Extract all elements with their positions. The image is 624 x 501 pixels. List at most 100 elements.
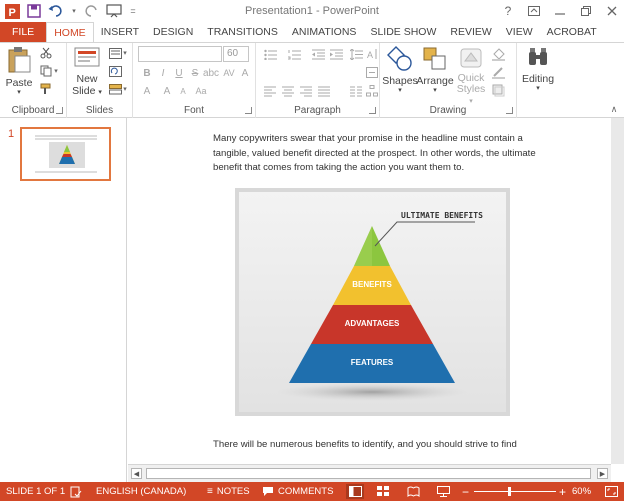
tab-view[interactable]: VIEW [499, 22, 540, 42]
new-slide-button[interactable]: New Slide ▾ [71, 46, 103, 99]
shape-effects-icon[interactable] [490, 82, 506, 98]
align-left-icon[interactable] [262, 83, 278, 99]
shapes-icon [387, 46, 412, 71]
tab-review[interactable]: REVIEW [443, 22, 498, 42]
line-spacing-icon[interactable] [348, 46, 364, 62]
paste-dropdown-icon: ▾ [17, 89, 21, 96]
pyramid-label-benefits: BENEFITS [352, 280, 392, 289]
cut-icon[interactable] [38, 45, 54, 61]
zoom-slider-thumb[interactable] [508, 487, 511, 496]
slide-show-icon[interactable] [434, 484, 452, 499]
collapse-ribbon-icon[interactable]: ∧ [606, 101, 622, 117]
font-launcher-icon[interactable] [245, 107, 252, 114]
decrease-indent-icon[interactable] [310, 46, 326, 62]
slide-sorter-icon[interactable] [374, 484, 392, 499]
character-spacing-icon[interactable]: AV [221, 65, 237, 81]
zoom-out-button[interactable]: − [462, 482, 469, 501]
zoom-in-button[interactable]: + [559, 482, 566, 501]
align-right-icon[interactable] [298, 83, 314, 99]
slide-indicator[interactable]: SLIDE 1 OF 1 [6, 482, 65, 501]
reading-view-icon[interactable] [404, 484, 422, 499]
numbering-icon[interactable] [286, 46, 302, 62]
slide-text-bottom[interactable]: There will be numerous benefits to ident… [213, 438, 553, 453]
columns-icon[interactable] [348, 83, 364, 99]
layout-dropdown-icon[interactable]: ▾ [121, 45, 129, 61]
change-case-icon[interactable]: Aa [193, 83, 209, 99]
tab-design[interactable]: DESIGN [146, 22, 200, 42]
slide-thumbnail-preview [25, 132, 108, 178]
align-text-icon[interactable] [364, 64, 380, 80]
scroll-right-icon[interactable]: ▶ [597, 468, 608, 479]
horizontal-scroll-thumb[interactable] [146, 468, 591, 479]
paragraph-launcher-icon[interactable] [369, 107, 376, 114]
zoom-slider[interactable] [474, 487, 556, 496]
pyramid-label-advantages: ADVANTAGES [344, 319, 400, 328]
horizontal-scrollbar[interactable]: ◀ ▶ [128, 464, 611, 482]
text-direction-icon[interactable]: A [364, 46, 380, 62]
minimize-icon[interactable] [552, 3, 568, 19]
slide-thumbnail[interactable] [20, 127, 111, 181]
shape-outline-icon[interactable] [490, 64, 506, 80]
slide-text-top[interactable]: Many copywriters swear that your promise… [213, 132, 553, 176]
underline-icon[interactable]: U [171, 65, 187, 81]
status-bar: SLIDE 1 OF 1 ENGLISH (CANADA) ≡ NOTES CO… [0, 482, 624, 501]
tab-animations[interactable]: ANIMATIONS [285, 22, 364, 42]
decrease-font-icon[interactable]: A [175, 83, 191, 99]
restore-icon[interactable] [578, 3, 594, 19]
shape-fill-icon[interactable] [490, 46, 506, 62]
drawing-launcher-icon[interactable] [506, 107, 513, 114]
font-name-combobox[interactable] [138, 46, 222, 62]
tab-file[interactable]: FILE [0, 22, 47, 42]
tab-transitions[interactable]: TRANSITIONS [200, 22, 285, 42]
tab-acrobat[interactable]: ACROBAT [540, 22, 604, 42]
quick-styles-button[interactable]: Quick Styles ▾ [454, 46, 488, 107]
strikethrough-icon[interactable]: S [187, 65, 203, 81]
bullets-icon[interactable] [262, 46, 278, 62]
text-shadow-icon[interactable]: abc [203, 65, 219, 81]
shapes-button[interactable]: Shapes ▾ [382, 46, 418, 95]
spell-check-status[interactable] [70, 482, 82, 501]
smartart-icon[interactable] [364, 83, 380, 99]
spell-check-icon [70, 486, 82, 497]
bold-icon[interactable]: B [139, 65, 155, 81]
pyramid-image[interactable]: ULTIMATE BENEFITS BENEFITS ADVANTAGES FE… [235, 188, 510, 416]
notes-button[interactable]: ≡ NOTES [207, 482, 250, 501]
svg-text:A: A [367, 50, 373, 60]
ribbon-display-options-icon[interactable] [526, 3, 542, 19]
italic-icon[interactable]: I [155, 65, 171, 81]
paragraph-group-label: Paragraph [294, 105, 341, 116]
align-center-icon[interactable] [280, 83, 296, 99]
comments-button[interactable]: COMMENTS [262, 482, 333, 501]
normal-view-icon[interactable] [346, 484, 364, 499]
tab-slide-show[interactable]: SLIDE SHOW [363, 22, 443, 42]
clipboard-launcher-icon[interactable] [56, 107, 63, 114]
zoom-level[interactable]: 60% [572, 482, 591, 501]
reset-slide-icon[interactable] [107, 63, 123, 79]
comments-label: COMMENTS [278, 486, 334, 497]
editing-dropdown-icon: ▾ [536, 85, 540, 92]
fit-slide-icon[interactable] [602, 484, 620, 499]
scroll-left-icon[interactable]: ◀ [131, 468, 142, 479]
tab-insert[interactable]: INSERT [94, 22, 146, 42]
section-dropdown-icon[interactable]: ▾ [121, 81, 129, 97]
editing-button[interactable]: Editing ▾ [519, 46, 557, 93]
pyramid-graphic [277, 221, 475, 401]
editing-group: Editing ▾ [517, 43, 557, 118]
slide-canvas[interactable]: Many copywriters swear that your promise… [128, 118, 611, 464]
help-icon[interactable]: ? [500, 3, 516, 19]
increase-indent-icon[interactable] [328, 46, 344, 62]
font-color-icon[interactable]: A [139, 83, 155, 99]
close-icon[interactable] [604, 3, 620, 19]
copy-dropdown-icon[interactable]: ▾ [52, 63, 60, 79]
increase-font-icon[interactable]: A [159, 83, 175, 99]
font-size-combobox[interactable]: 60 [223, 46, 249, 62]
window-controls: ? [500, 2, 620, 20]
paste-button[interactable]: Paste ▾ [4, 46, 34, 97]
arrange-button[interactable]: Arrange ▾ [416, 46, 454, 95]
clear-formatting-icon[interactable]: A [237, 65, 253, 81]
format-painter-icon[interactable] [38, 81, 54, 97]
language-indicator[interactable]: ENGLISH (CANADA) [96, 482, 186, 501]
tab-home[interactable]: HOME [46, 22, 94, 42]
justify-icon[interactable] [316, 83, 332, 99]
vertical-scrollbar[interactable] [611, 118, 624, 464]
